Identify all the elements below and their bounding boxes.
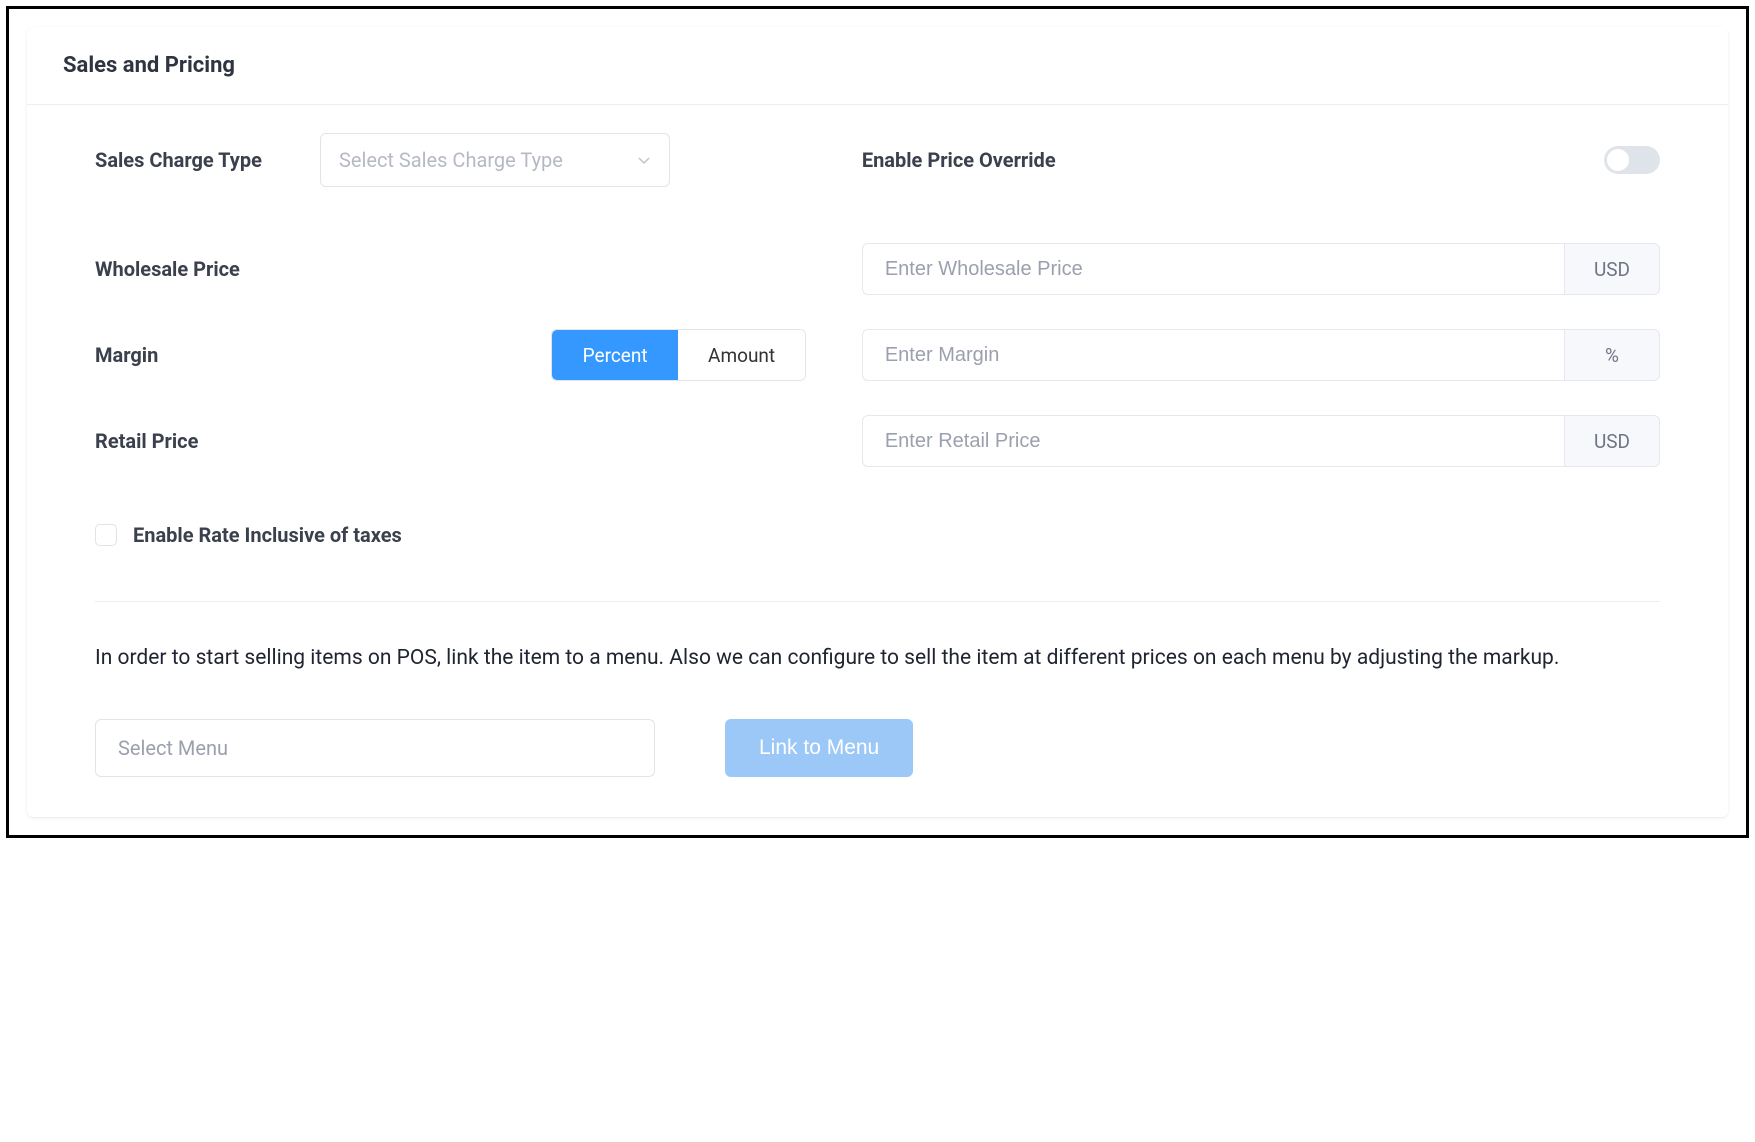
menu-link-row: Select Menu Link to Menu (95, 719, 1660, 777)
rate-inclusive-label: Enable Rate Inclusive of taxes (133, 523, 402, 547)
enable-price-override-group: Enable Price Override (862, 146, 1660, 174)
retail-price-input[interactable] (862, 415, 1564, 467)
divider (95, 601, 1660, 602)
card-body: Sales Charge Type Select Sales Charge Ty… (27, 105, 1728, 817)
wholesale-price-input[interactable] (862, 243, 1564, 295)
margin-input-col: % (862, 329, 1660, 381)
enable-price-override-toggle[interactable] (1604, 146, 1660, 174)
wholesale-price-input-col: USD (862, 243, 1660, 295)
sales-charge-type-placeholder: Select Sales Charge Type (339, 148, 563, 172)
margin-input[interactable] (862, 329, 1564, 381)
page-frame: Sales and Pricing Sales Charge Type Sele… (6, 6, 1749, 838)
section-title: Sales and Pricing (63, 53, 1692, 78)
row-wholesale-price: Wholesale Price USD (95, 243, 1660, 295)
menu-select[interactable]: Select Menu (95, 719, 655, 777)
retail-price-input-col: USD (862, 415, 1660, 467)
sales-charge-type-label: Sales Charge Type (95, 148, 320, 172)
wholesale-price-suffix: USD (1564, 243, 1660, 295)
rate-inclusive-row: Enable Rate Inclusive of taxes (95, 523, 1660, 547)
margin-input-group: % (862, 329, 1660, 381)
link-to-menu-button[interactable]: Link to Menu (725, 719, 913, 777)
margin-amount-button[interactable]: Amount (678, 330, 805, 380)
wholesale-price-label-col: Wholesale Price (95, 257, 862, 281)
wholesale-price-input-group: USD (862, 243, 1660, 295)
retail-price-label: Retail Price (95, 429, 320, 453)
menu-select-placeholder: Select Menu (118, 736, 228, 760)
retail-price-input-group: USD (862, 415, 1660, 467)
enable-price-override-label: Enable Price Override (862, 148, 1604, 172)
wholesale-price-label: Wholesale Price (95, 257, 320, 281)
margin-suffix: % (1564, 329, 1660, 381)
rate-inclusive-checkbox[interactable] (95, 524, 117, 546)
row-margin: Margin Percent Amount % (95, 329, 1660, 381)
margin-percent-button[interactable]: Percent (552, 330, 679, 380)
row-sales-charge-override: Sales Charge Type Select Sales Charge Ty… (95, 133, 1660, 187)
margin-label: Margin (95, 343, 245, 367)
sales-charge-type-select[interactable]: Select Sales Charge Type (320, 133, 670, 187)
chevron-down-icon (637, 153, 651, 167)
sales-pricing-card: Sales and Pricing Sales Charge Type Sele… (27, 27, 1728, 817)
retail-price-label-col: Retail Price (95, 429, 862, 453)
margin-type-segment: Percent Amount (551, 329, 806, 381)
sales-charge-type-group: Sales Charge Type Select Sales Charge Ty… (95, 133, 862, 187)
margin-label-col: Margin Percent Amount (95, 329, 862, 381)
menu-link-help-text: In order to start selling items on POS, … (95, 642, 1660, 675)
row-retail-price: Retail Price USD (95, 415, 1660, 467)
card-header: Sales and Pricing (27, 27, 1728, 105)
retail-price-suffix: USD (1564, 415, 1660, 467)
